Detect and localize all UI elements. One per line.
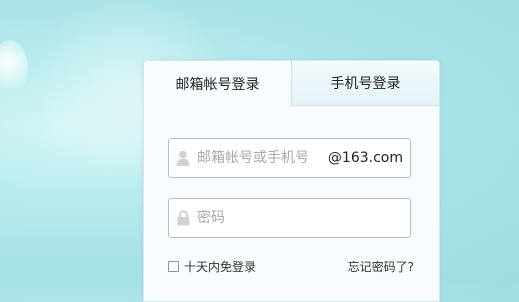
- login-panel: 邮箱帐号登录 手机号登录 @163.com 十天内免登录 忘记密码了?: [143, 60, 440, 302]
- account-field[interactable]: @163.com: [168, 138, 411, 178]
- lock-icon: [169, 210, 197, 226]
- domain-suffix: @163.com: [327, 150, 403, 166]
- background-bubble: [0, 40, 28, 96]
- remember-label: 十天内免登录: [184, 260, 257, 274]
- tab-mail-login[interactable]: 邮箱帐号登录: [144, 61, 291, 106]
- account-input[interactable]: [197, 150, 328, 166]
- remember-checkbox[interactable]: [168, 261, 179, 272]
- password-input[interactable]: [197, 210, 410, 226]
- tab-phone-login[interactable]: 手机号登录: [291, 61, 439, 106]
- password-field[interactable]: [168, 198, 411, 238]
- remember-me[interactable]: 十天内免登录: [168, 258, 256, 275]
- login-tabs: 邮箱帐号登录 手机号登录: [144, 61, 439, 106]
- user-icon: [169, 150, 197, 166]
- forgot-password-link[interactable]: 忘记密码了?: [348, 258, 414, 275]
